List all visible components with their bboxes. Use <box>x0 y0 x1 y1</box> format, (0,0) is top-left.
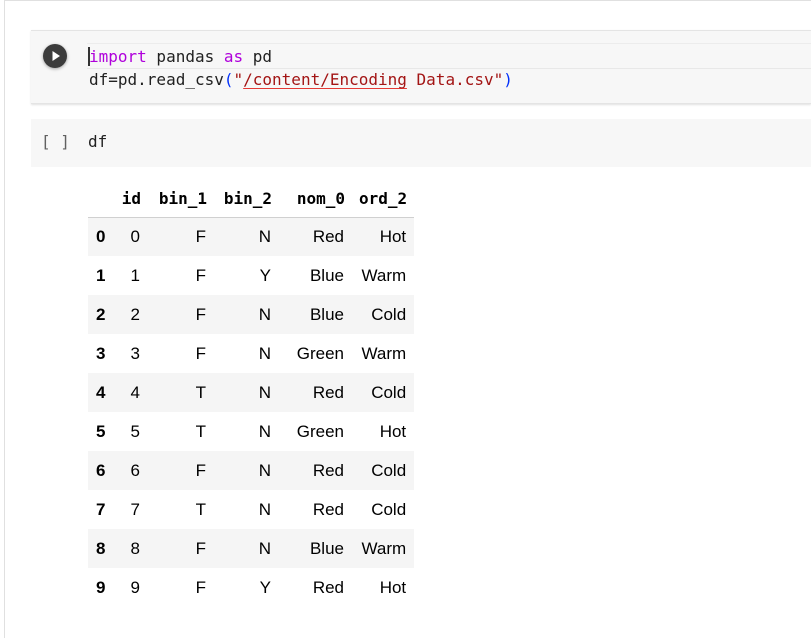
code-line-1: import pandas as pd <box>89 45 272 69</box>
cell-nom-0: Red <box>312 577 344 597</box>
row-index: 8 <box>96 538 106 558</box>
row-index: 2 <box>96 304 106 324</box>
cell-ord-2: Warm <box>361 538 407 558</box>
code-cell-df[interactable]: [ ] df <box>31 119 811 167</box>
cell-bin-1: T <box>195 499 206 519</box>
column-header-bin-2: bin_2 <box>214 180 279 218</box>
cell-ord-2: Hot <box>379 421 407 441</box>
cell-bin-2: Y <box>259 577 271 597</box>
cell-id: 2 <box>130 304 140 324</box>
column-header-ord-2: ord_2 <box>352 180 415 218</box>
cell-id: 4 <box>130 382 140 402</box>
cell-bin-2: N <box>258 421 271 441</box>
cell-id: 3 <box>130 343 140 363</box>
cell-bin-2: N <box>258 226 271 246</box>
row-index: 7 <box>96 499 106 519</box>
module-name: pandas <box>146 47 224 66</box>
cell-ord-2: Cold <box>371 382 407 402</box>
execution-count[interactable]: [ ] <box>41 132 70 151</box>
cell-id: 7 <box>130 499 140 519</box>
cell-nom-0: Red <box>312 460 344 480</box>
cell-bin-1: F <box>195 460 206 480</box>
cell-id: 9 <box>130 577 140 597</box>
cell-bin-2: Y <box>259 265 271 285</box>
table-row: 7 7 T N Red Cold <box>88 490 415 529</box>
cell-id: 0 <box>130 226 140 246</box>
play-circle-icon <box>44 45 66 67</box>
cell-bin-1: F <box>195 226 206 246</box>
cell-nom-0: Blue <box>309 304 344 324</box>
cell-output: id bin_1 bin_2 nom_0 ord_2 0 0 F N Red H… <box>88 180 415 607</box>
row-index: 9 <box>96 577 106 597</box>
cell-nom-0: Red <box>312 226 344 246</box>
row-index: 6 <box>96 460 106 480</box>
column-header-id: id <box>114 180 148 218</box>
row-index: 4 <box>96 382 106 402</box>
keyword-import: import <box>89 47 147 66</box>
string-quote-open: " <box>233 70 244 89</box>
code-cell-import[interactable]: import pandas as pd df=pd.read_csv("/con… <box>31 30 811 104</box>
column-header-bin-1: bin_1 <box>148 180 214 218</box>
module-alias: pd <box>243 47 273 66</box>
run-cell-button[interactable] <box>43 44 67 68</box>
cell-bin-1: F <box>195 265 206 285</box>
table-row: 1 1 F Y Blue Warm <box>88 256 415 295</box>
close-paren: ) <box>503 70 513 89</box>
cell-bin-1: F <box>195 538 206 558</box>
cell-bin-2: N <box>258 499 271 519</box>
column-header-index <box>88 180 114 218</box>
keyword-as: as <box>223 47 244 66</box>
cell-ord-2: Hot <box>379 577 407 597</box>
code-line-2: df=pd.read_csv("/content/Encoding Data.c… <box>89 68 513 92</box>
cell-bin-2: N <box>258 343 271 363</box>
table-row: 4 4 T N Red Cold <box>88 373 415 412</box>
string-rest: Data.csv <box>406 70 494 89</box>
table-row: 2 2 F N Blue Cold <box>88 295 415 334</box>
row-index: 0 <box>96 226 106 246</box>
cell-bin-1: T <box>195 382 206 402</box>
cell-bin-2: N <box>258 382 271 402</box>
table-row: 9 9 F Y Red Hot <box>88 568 415 607</box>
cell-bin-1: F <box>195 304 206 324</box>
table-row: 6 6 F N Red Cold <box>88 451 415 490</box>
cell-nom-0: Green <box>296 421 344 441</box>
table-row: 8 8 F N Blue Warm <box>88 529 415 568</box>
cell-id: 8 <box>130 538 140 558</box>
cell-ord-2: Cold <box>371 304 407 324</box>
cell-id: 5 <box>130 421 140 441</box>
row-index: 3 <box>96 343 106 363</box>
cell-bin-1: T <box>195 421 206 441</box>
cell-ord-2: Warm <box>361 343 407 363</box>
cell-bin-2: N <box>258 460 271 480</box>
cell-ord-2: Hot <box>379 226 407 246</box>
table-row: 0 0 F N Red Hot <box>88 217 415 256</box>
cell-ord-2: Cold <box>371 460 407 480</box>
table-row: 5 5 T N Green Hot <box>88 412 415 451</box>
table-header-row: id bin_1 bin_2 nom_0 ord_2 <box>88 180 415 218</box>
cell-bin-1: F <box>195 577 206 597</box>
table-row: 3 3 F N Green Warm <box>88 334 415 373</box>
code-editor[interactable]: import pandas as pd df=pd.read_csv("/con… <box>87 43 811 93</box>
cell-nom-0: Red <box>312 499 344 519</box>
cell-ord-2: Warm <box>361 265 407 285</box>
cell-ord-2: Cold <box>371 499 407 519</box>
cell-nom-0: Green <box>296 343 344 363</box>
cell-bin-2: N <box>258 538 271 558</box>
string-quote-close: " <box>493 70 504 89</box>
string-path: /content/Encoding <box>243 70 407 89</box>
cell-id: 1 <box>130 265 140 285</box>
row-index: 5 <box>96 421 106 441</box>
cell-nom-0: Blue <box>309 538 344 558</box>
code-line-df[interactable]: df <box>88 132 107 151</box>
column-header-nom-0: nom_0 <box>279 180 352 218</box>
read-csv-call: df=pd.read_csv <box>89 70 224 89</box>
cell-id: 6 <box>130 460 140 480</box>
row-index: 1 <box>96 265 106 285</box>
cell-nom-0: Blue <box>309 265 344 285</box>
open-paren: ( <box>223 70 234 89</box>
cell-bin-2: N <box>258 304 271 324</box>
cell-nom-0: Red <box>312 382 344 402</box>
cell-bin-1: F <box>195 343 206 363</box>
dataframe-table: id bin_1 bin_2 nom_0 ord_2 0 0 F N Red H… <box>88 180 415 607</box>
